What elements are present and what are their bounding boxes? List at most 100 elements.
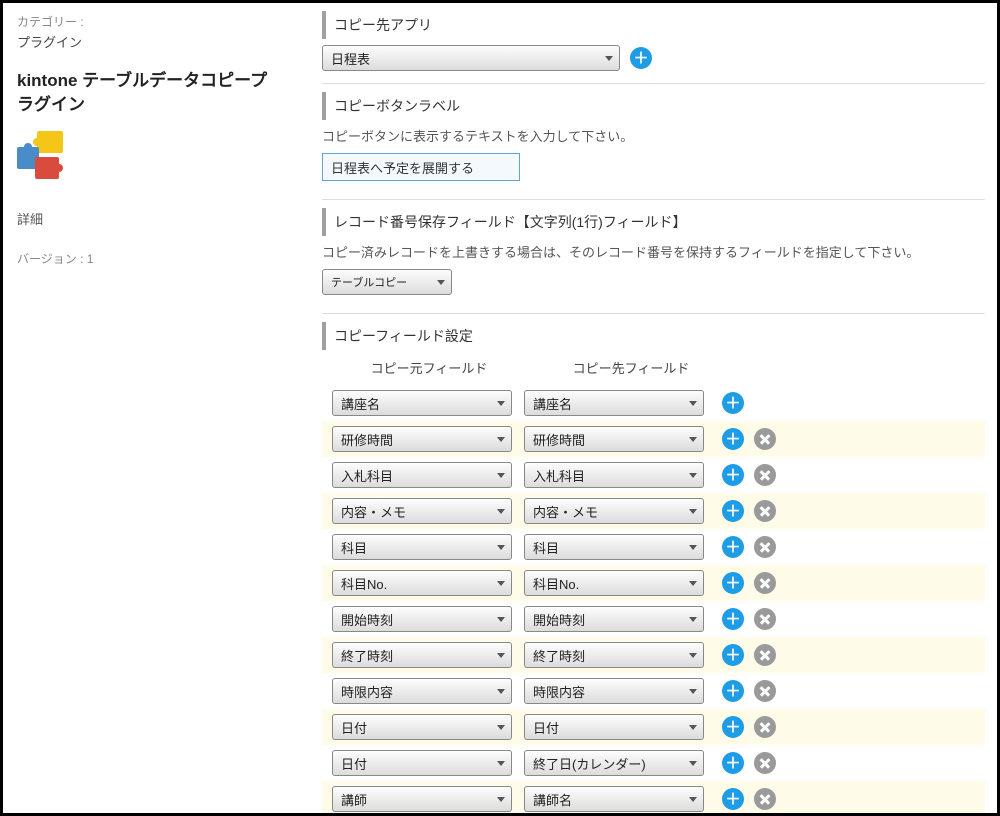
chevron-down-icon	[605, 56, 613, 61]
delete-row-button[interactable]	[754, 500, 776, 522]
chevron-down-icon	[497, 473, 505, 478]
plugin-puzzle-icon	[17, 131, 65, 179]
dst-field-select[interactable]: 入札科目	[524, 462, 704, 488]
dst-field-select[interactable]: 科目No.	[524, 570, 704, 596]
dst-field-select-value: 終了日(カレンダー)	[533, 754, 646, 773]
src-field-select[interactable]: 終了時刻	[332, 642, 512, 668]
src-field-select[interactable]: 研修時間	[332, 426, 512, 452]
category-label: カテゴリー :	[17, 13, 284, 30]
delete-row-button[interactable]	[754, 464, 776, 486]
delete-row-button[interactable]	[754, 680, 776, 702]
src-field-select[interactable]: 講座名	[332, 390, 512, 416]
button-label-input[interactable]	[322, 153, 520, 181]
record-field-select[interactable]: テーブルコピー	[322, 269, 452, 295]
copy-fields-table: コピー元フィールド コピー先フィールド 講座名 講座名 ＋ 研修時間 研修時間 ＋ 入札科目…	[322, 358, 985, 813]
chevron-down-icon	[497, 653, 505, 658]
chevron-down-icon	[497, 509, 505, 514]
delete-row-button[interactable]	[754, 536, 776, 558]
src-field-select[interactable]: 科目	[332, 534, 512, 560]
dst-field-select[interactable]: 科目	[524, 534, 704, 560]
dst-field-select[interactable]: 研修時間	[524, 426, 704, 452]
chevron-down-icon	[689, 509, 697, 514]
chevron-down-icon	[497, 581, 505, 586]
add-row-button[interactable]: ＋	[722, 428, 744, 450]
row-actions: ＋	[722, 608, 776, 630]
dst-field-select-value: 入札科目	[533, 466, 585, 485]
version-label: バージョン : 1	[17, 250, 284, 267]
dst-field-select-value: 開始時刻	[533, 610, 585, 629]
field-row: 研修時間 研修時間 ＋	[322, 421, 985, 457]
add-row-button[interactable]: ＋	[722, 644, 744, 666]
record-field-hint: コピー済みレコードを上書きする場合は、そのレコード番号を保持するフィールドを指定…	[322, 242, 985, 261]
plugin-title: kintone テーブルデータコピープラグイン	[17, 69, 284, 117]
table-header: コピー元フィールド コピー先フィールド	[322, 358, 985, 385]
delete-row-button[interactable]	[754, 788, 776, 810]
chevron-down-icon	[497, 689, 505, 694]
add-row-button[interactable]: ＋	[722, 536, 744, 558]
dst-field-select-value: 日付	[533, 718, 559, 737]
src-field-select[interactable]: 開始時刻	[332, 606, 512, 632]
detail-link[interactable]: 詳細	[17, 209, 284, 228]
dest-app-select[interactable]: 日程表	[322, 45, 620, 71]
dst-field-select[interactable]: 講師名	[524, 786, 704, 812]
delete-row-button[interactable]	[754, 608, 776, 630]
chevron-down-icon	[497, 545, 505, 550]
col-dst-header: コピー先フィールド	[536, 358, 726, 377]
field-row: 日付 終了日(カレンダー) ＋	[322, 745, 985, 781]
add-row-button[interactable]: ＋	[722, 752, 744, 774]
delete-row-button[interactable]	[754, 716, 776, 738]
src-field-select[interactable]: 科目No.	[332, 570, 512, 596]
dst-field-select-value: 終了時刻	[533, 646, 585, 665]
dst-field-select[interactable]: 内容・メモ	[524, 498, 704, 524]
add-dest-app-button[interactable]: ＋	[630, 47, 652, 69]
chevron-down-icon	[497, 761, 505, 766]
delete-row-button[interactable]	[754, 752, 776, 774]
add-row-button[interactable]: ＋	[722, 572, 744, 594]
src-field-select[interactable]: 時限内容	[332, 678, 512, 704]
add-row-button[interactable]: ＋	[722, 788, 744, 810]
field-row: 科目No. 科目No. ＋	[322, 565, 985, 601]
row-actions: ＋	[722, 788, 776, 810]
add-row-button[interactable]: ＋	[722, 680, 744, 702]
add-row-button[interactable]: ＋	[722, 392, 744, 414]
dst-field-select-value: 内容・メモ	[533, 502, 598, 521]
add-row-button[interactable]: ＋	[722, 716, 744, 738]
chevron-down-icon	[497, 725, 505, 730]
src-field-select-value: 講座名	[341, 394, 380, 413]
add-row-button[interactable]: ＋	[722, 464, 744, 486]
chevron-down-icon	[689, 545, 697, 550]
delete-row-button[interactable]	[754, 428, 776, 450]
row-actions: ＋	[722, 464, 776, 486]
delete-row-button[interactable]	[754, 572, 776, 594]
field-row: 日付 日付 ＋	[322, 709, 985, 745]
chevron-down-icon	[689, 617, 697, 622]
dst-field-select[interactable]: 講座名	[524, 390, 704, 416]
src-field-select-value: 科目No.	[341, 574, 387, 593]
dst-field-select-value: 研修時間	[533, 430, 585, 449]
src-field-select[interactable]: 入札科目	[332, 462, 512, 488]
delete-row-button[interactable]	[754, 644, 776, 666]
dst-field-select[interactable]: 時限内容	[524, 678, 704, 704]
dst-field-select-value: 科目No.	[533, 574, 579, 593]
dst-field-select-value: 講座名	[533, 394, 572, 413]
src-field-select[interactable]: 日付	[332, 714, 512, 740]
record-field-value: テーブルコピー	[331, 274, 407, 290]
src-field-select[interactable]: 日付	[332, 750, 512, 776]
add-row-button[interactable]: ＋	[722, 608, 744, 630]
button-label-heading: コピーボタンラベル	[322, 92, 985, 120]
dst-field-select[interactable]: 終了時刻	[524, 642, 704, 668]
src-field-select-value: 入札科目	[341, 466, 393, 485]
copy-fields-heading: コピーフィールド設定	[322, 322, 985, 350]
dst-field-select[interactable]: 日付	[524, 714, 704, 740]
record-field-heading: レコード番号保存フィールド【文字列(1行)フィールド】	[322, 208, 985, 236]
field-row: 終了時刻 終了時刻 ＋	[322, 637, 985, 673]
dst-field-select[interactable]: 終了日(カレンダー)	[524, 750, 704, 776]
src-field-select[interactable]: 講師	[332, 786, 512, 812]
src-field-select[interactable]: 内容・メモ	[332, 498, 512, 524]
chevron-down-icon	[497, 401, 505, 406]
dst-field-select[interactable]: 開始時刻	[524, 606, 704, 632]
chevron-down-icon	[689, 725, 697, 730]
add-row-button[interactable]: ＋	[722, 500, 744, 522]
field-row: 開始時刻 開始時刻 ＋	[322, 601, 985, 637]
sidebar: カテゴリー : プラグイン kintone テーブルデータコピープラグイン 詳細…	[3, 3, 298, 813]
